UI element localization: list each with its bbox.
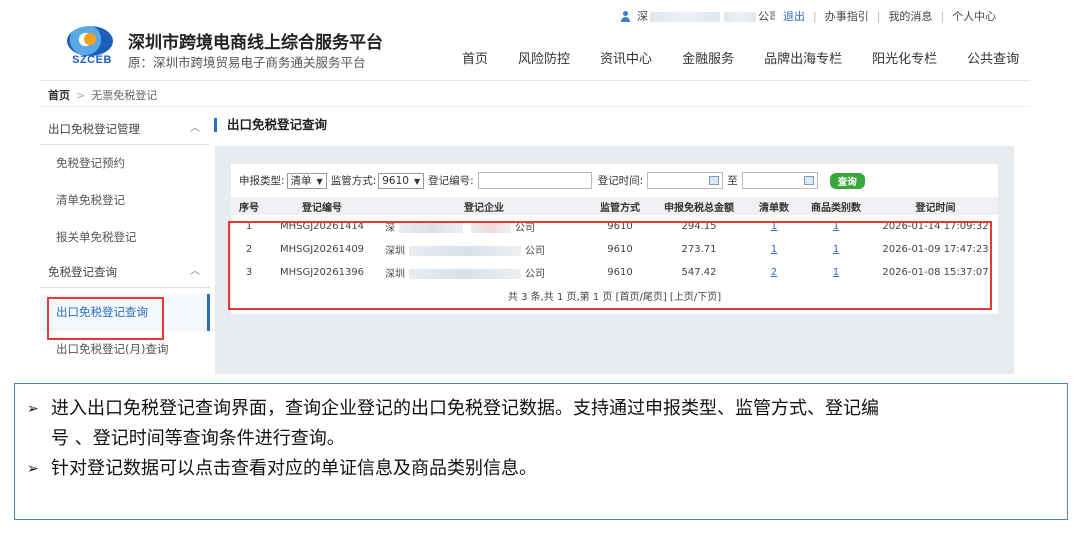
top-user-bar: 深 公司 退出 | 办事指引 | 我的消息 | 个人中心 — [620, 8, 996, 24]
highlight-box — [47, 297, 164, 340]
column-header: 登记时间 — [873, 197, 998, 215]
sidebar-item-list-registration[interactable]: 清单免税登记 — [40, 182, 210, 219]
instruction-text: 进入出口免税登记查询界面，查询企业登记的出口免税登记数据。支持通过申报类型、监管… — [51, 398, 879, 419]
reg-no-label: 登记编号: — [428, 175, 474, 187]
divider: | — [940, 9, 945, 23]
reg-no-input[interactable] — [477, 172, 592, 189]
mode-select[interactable]: 9610 ▼ — [378, 172, 425, 189]
breadcrumb-separator: > — [76, 89, 86, 102]
nav-public-query[interactable]: 公共查询 — [967, 48, 1019, 67]
mode-select-value: 9610 — [382, 174, 409, 187]
divider — [40, 80, 1030, 81]
nav-risk[interactable]: 风险防控 — [518, 48, 570, 67]
column-header: 监管方式 — [591, 197, 649, 215]
column-header: 商品类别数 — [799, 197, 873, 215]
column-header: 申报免税总金额 — [649, 197, 749, 215]
instruction-box: ➢ 进入出口免税登记查询界面，查询企业登记的出口免税登记数据。支持通过申报类型、… — [14, 383, 1068, 520]
calendar-icon[interactable] — [709, 176, 720, 185]
search-button[interactable]: 查询 — [829, 172, 865, 189]
breadcrumb-current: 无票免税登记 — [91, 89, 158, 102]
logo-abbr: SZCEB — [72, 54, 112, 66]
site-subtitle: 原：深圳市跨境贸易电子商务通关服务平台 — [128, 55, 366, 70]
page-title: 出口免税登记查询 — [214, 118, 327, 132]
arrow-bullet-icon: ➢ — [27, 401, 39, 417]
chevron-down-icon: ▼ — [413, 176, 421, 186]
breadcrumb-home[interactable]: 首页 — [48, 89, 70, 102]
breadcrumb: 首页 > 无票免税登记 — [48, 87, 157, 103]
redacted-text — [650, 12, 720, 22]
company-suffix: 公司 — [758, 10, 775, 23]
instruction-text-continued: 号 、登记时间等查询条件进行查询。 — [51, 428, 345, 449]
site-logo[interactable]: SZCEB — [65, 26, 117, 68]
sidebar-item-appointment[interactable]: 免税登记预约 — [40, 145, 210, 182]
query-form: 申报类型: 清单 ▼ 监管方式: 9610 ▼ 登记编号: 登记时间: 至 查询 — [239, 172, 865, 189]
nav-sunshine[interactable]: 阳光化专栏 — [872, 48, 937, 67]
company-name: 深 公司 — [637, 8, 775, 24]
chevron-up-icon: ︿ — [190, 123, 200, 134]
time-label: 登记时间: — [597, 175, 644, 187]
chevron-up-icon: ︿ — [190, 266, 200, 277]
type-label: 申报类型: — [239, 175, 285, 187]
nav-finance[interactable]: 金融服务 — [682, 48, 734, 67]
table-header-row: 序号 登记编号 登记企业 监管方式 申报免税总金额 清单数 商品类别数 登记时间 — [231, 197, 998, 215]
chevron-down-icon: ▼ — [316, 176, 323, 186]
mode-label: 监管方式: — [330, 175, 377, 187]
divider: | — [813, 9, 817, 23]
company-prefix: 深 — [637, 10, 648, 23]
messages-link[interactable]: 我的消息 — [888, 8, 932, 24]
sidebar-group-query[interactable]: 免税登记查询 ︿ — [40, 256, 210, 288]
profile-link[interactable]: 个人中心 — [952, 8, 996, 24]
user-icon — [620, 10, 631, 22]
instruction-text: 针对登记数据可以点击查看对应的单证信息及商品类别信息。 — [51, 458, 537, 479]
end-date-input[interactable] — [741, 172, 818, 189]
sidebar-group-label: 免税登记查询 — [48, 265, 117, 279]
column-header: 登记编号 — [267, 197, 377, 215]
nav-home[interactable]: 首页 — [462, 48, 488, 67]
guide-link[interactable]: 办事指引 — [825, 8, 869, 24]
calendar-icon[interactable] — [803, 176, 814, 185]
column-header: 清单数 — [749, 197, 799, 215]
nav-news[interactable]: 资讯中心 — [600, 48, 652, 67]
column-header: 序号 — [231, 197, 267, 215]
divider: | — [876, 9, 881, 23]
instruction-line: ➢ 针对登记数据可以点击查看对应的单证信息及商品类别信息。 — [25, 454, 1053, 484]
highlight-box — [228, 221, 992, 310]
globe-icon — [67, 26, 113, 56]
sidebar-group-registration[interactable]: 出口免税登记管理 ︿ — [40, 113, 210, 145]
site-title: 深圳市跨境电商线上综合服务平台 — [128, 33, 383, 53]
nav-brand[interactable]: 品牌出海专栏 — [764, 48, 842, 67]
logout-link[interactable]: 退出 — [783, 8, 805, 24]
redacted-text — [724, 12, 756, 22]
to-label: 至 — [727, 175, 738, 187]
sidebar-group-label: 出口免税登记管理 — [48, 122, 140, 136]
arrow-bullet-icon: ➢ — [27, 461, 39, 477]
type-select[interactable]: 清单 ▼ — [286, 172, 327, 189]
divider — [40, 106, 1030, 107]
type-select-value: 清单 — [290, 174, 312, 187]
sidebar-item-declaration-registration[interactable]: 报关单免税登记 — [40, 219, 210, 256]
main-nav: 首页 风险防控 资讯中心 金融服务 品牌出海专栏 阳光化专栏 公共查询 — [462, 48, 1019, 67]
column-header: 登记企业 — [377, 197, 591, 215]
instruction-line: ➢ 进入出口免税登记查询界面，查询企业登记的出口免税登记数据。支持通过申报类型、… — [25, 394, 1053, 424]
start-date-input[interactable] — [647, 172, 724, 189]
